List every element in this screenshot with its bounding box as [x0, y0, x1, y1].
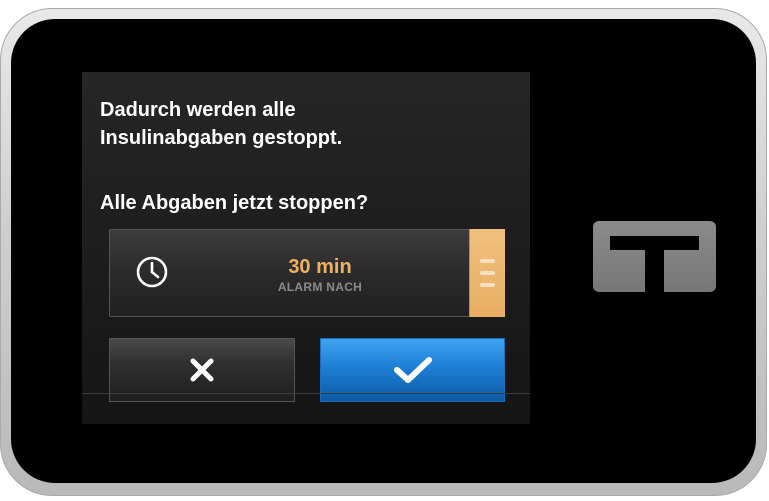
- alarm-timer-field[interactable]: 30 min ALARM NACH: [109, 229, 505, 317]
- close-icon: [190, 358, 214, 382]
- dialog-message-line2: Insulinabgaben gestoppt.: [100, 127, 343, 149]
- logo-icon: [610, 236, 699, 292]
- clock-icon: [136, 256, 168, 288]
- timer-menu-handle[interactable]: [469, 229, 505, 317]
- dialog-message-line1: Dadurch werden alle: [100, 99, 296, 121]
- alarm-timer-caption: ALARM NACH: [277, 280, 363, 294]
- checkmark-icon: [393, 357, 432, 383]
- handle-bar: [480, 283, 495, 287]
- pump-screen: Dadurch werden alle Insulinabgaben gesto…: [82, 72, 530, 424]
- handle-bar: [480, 259, 495, 263]
- dialog-question: Alle Abgaben jetzt stoppen?: [100, 192, 369, 214]
- screen-divider: [82, 393, 530, 394]
- handle-bar: [480, 271, 495, 275]
- dialog-message: Dadurch werden alle Insulinabgaben gesto…: [100, 96, 520, 152]
- alarm-timer-value: 30 min: [288, 256, 352, 278]
- tandem-t-logo: [593, 221, 716, 292]
